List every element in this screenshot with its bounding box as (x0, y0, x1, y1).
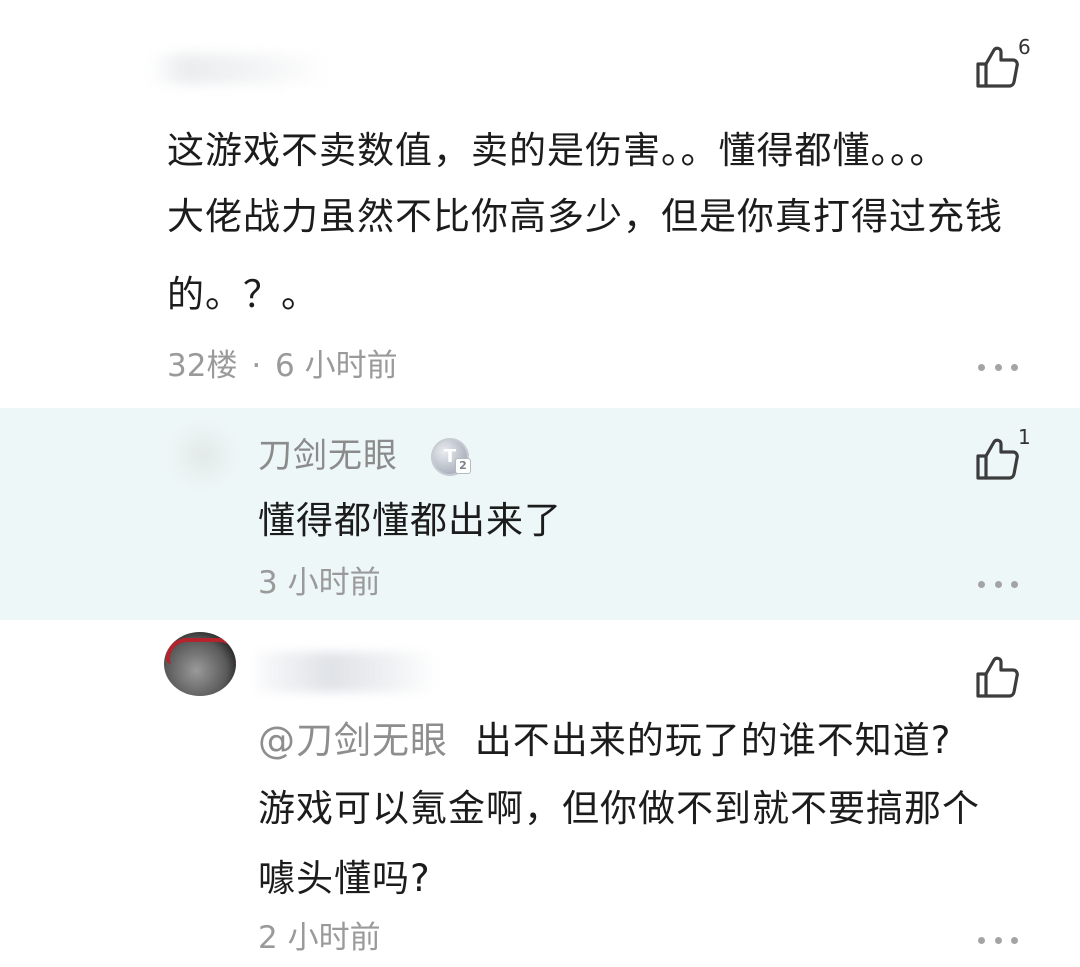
reply-username[interactable]: 刀剑无眼 (258, 434, 398, 478)
like-button[interactable] (974, 44, 1020, 90)
blurred-username (150, 54, 330, 84)
timestamp: 2 小时前 (258, 920, 381, 956)
like-count: 6 (1018, 35, 1031, 59)
more-dots-icon (978, 580, 985, 588)
more-options-button[interactable] (978, 361, 1018, 373)
like-button[interactable] (974, 436, 1020, 482)
thumbs-up-icon (976, 656, 1019, 698)
floor-number: 32楼 (167, 348, 238, 384)
more-dots-icon (978, 363, 985, 371)
more-options-button[interactable] (978, 578, 1018, 590)
reply-text: 懂得都懂都出来了 (258, 499, 562, 542)
timestamp: 3 小时前 (258, 565, 381, 601)
more-options-button[interactable] (978, 934, 1018, 946)
comment-text-line: 这游戏不卖数值，卖的是伤害。。懂得都懂。。。 (167, 129, 948, 172)
thumbs-up-icon (976, 438, 1019, 480)
more-dots-icon (978, 936, 985, 944)
comment-meta: 32楼 · 6 小时前 (167, 346, 398, 386)
reply-text-line: @刀剑无眼 出不出来的玩了的谁不知道? (258, 708, 951, 774)
timestamp: 6 小时前 (275, 348, 398, 384)
reply-text-line: 噱头懂吗? (258, 857, 431, 900)
comment-thread: 6 这游戏不卖数值，卖的是伤害。。懂得都懂。。。 大佬战力虽然不比你高多少，但是… (0, 0, 1080, 967)
avatar[interactable] (168, 420, 238, 490)
level-badge-icon: T 2 (431, 438, 471, 476)
thumbs-up-icon (976, 46, 1019, 88)
mention-link[interactable]: @刀剑无眼 (258, 719, 448, 762)
blurred-username (258, 652, 438, 692)
meta-separator: · (251, 348, 262, 384)
avatar[interactable] (164, 632, 236, 696)
level-badge-number: 2 (455, 458, 471, 474)
comment-text-line: 的。？。 (167, 273, 319, 316)
reply-text-segment: 出不出来的玩了的谁不知道? (474, 719, 952, 762)
like-button[interactable] (974, 654, 1020, 700)
like-count: 1 (1018, 425, 1031, 449)
comment-text-line: 大佬战力虽然不比你高多少，但是你真打得过充钱 (167, 195, 1003, 238)
reply-text-line: 游戏可以氪金啊，但你做不到就不要搞那个 (258, 787, 980, 830)
